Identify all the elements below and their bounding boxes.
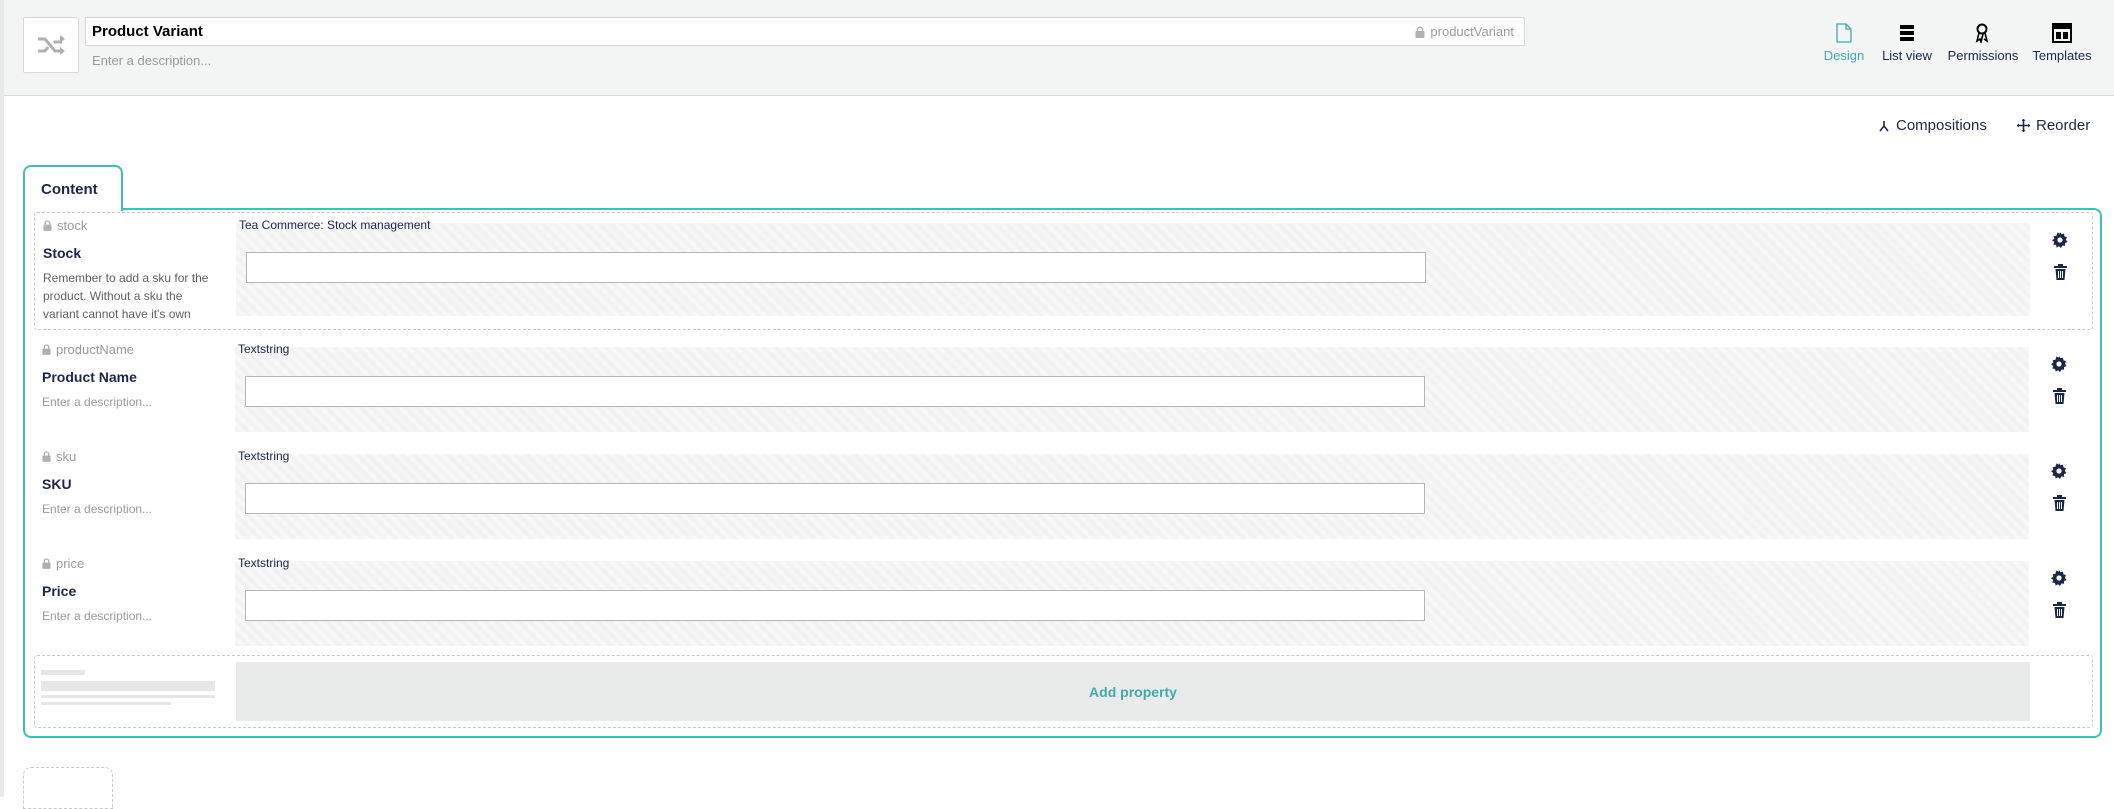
lock-icon [1415,25,1425,38]
property-editor-preview[interactable]: Tea Commerce: Stock management [236,218,2030,316]
nav-templates-label: Templates [2032,48,2092,63]
add-tab-button[interactable] [23,767,113,809]
nav-permissions-label: Permissions [1947,48,2019,63]
move-icon [2017,119,2030,132]
skeleton-line [41,702,171,705]
property-row[interactable]: price Price Enter a description... Texts… [34,551,2091,646]
editor-header: Product Variant productVariant Enter a d… [4,0,2114,96]
property-label: SKU [42,476,72,492]
property-alias-text: productName [56,342,135,357]
trash-icon [2052,602,2066,618]
lock-icon [42,451,51,462]
left-border [0,0,4,797]
permissions-icon [1975,23,1989,43]
add-property-button[interactable]: Add property [236,662,2030,721]
property-row[interactable]: sku SKU Enter a description... Textstrin… [34,444,2091,539]
doctype-name-input[interactable]: Product Variant productVariant [85,17,1525,46]
property-actions [2051,462,2067,512]
add-property-row: Add property [34,655,2093,728]
property-actions [2051,569,2067,619]
doctype-description-input[interactable]: Enter a description... [92,53,211,68]
template-icon [2052,23,2072,43]
gear-icon [2051,570,2067,586]
property-label: Price [42,583,77,599]
property-editor-preview[interactable]: Textstring [235,449,2029,539]
property-preview-input [245,483,1425,514]
property-alias: price [42,556,84,571]
property-label: Stock [43,245,82,261]
property-row[interactable]: stock Stock Remember to add a sku for th… [34,212,2093,330]
nav-design[interactable]: Design [1816,22,1872,63]
trash-icon [2053,264,2067,280]
property-preview-input [245,376,1425,407]
reorder-button[interactable]: Reorder [2017,117,2090,134]
skeleton-line [41,695,215,698]
property-delete-button[interactable] [2051,601,2067,619]
gear-icon [2051,356,2067,372]
property-editor-type: Textstring [238,342,290,356]
property-description: Remember to add a sku for the product. W… [43,271,209,321]
property-actions [2052,231,2068,281]
property-delete-button[interactable] [2051,387,2067,405]
property-alias: productName [42,342,134,357]
tab-content-label: Content [41,181,98,198]
property-label: Product Name [42,369,137,385]
trash-icon [2052,495,2066,511]
nav-design-label: Design [1823,48,1865,63]
property-alias: stock [43,218,87,233]
compositions-label: Compositions [1896,117,1987,134]
property-editor-preview[interactable]: Textstring [235,556,2029,646]
property-description: Enter a description... [42,395,153,409]
gear-icon [2051,463,2067,479]
property-alias-text: stock [57,218,88,233]
property-delete-button[interactable] [2051,494,2067,512]
lock-icon [43,220,52,231]
nav-permissions[interactable]: Permissions [1942,22,2024,63]
gear-icon [2052,232,2068,248]
property-editor-preview[interactable]: Textstring [235,342,2029,432]
trash-icon [2052,388,2066,404]
property-settings-button[interactable] [2051,569,2067,587]
property-description: Enter a description... [42,502,153,516]
property-actions [2051,355,2067,405]
property-editor-type: Tea Commerce: Stock management [239,218,431,232]
doctype-icon-picker[interactable] [23,17,79,73]
property-preview-input [245,590,1425,621]
property-alias-text: sku [56,449,77,464]
property-alias: sku [42,449,76,464]
document-icon [1836,23,1852,43]
tab-content[interactable]: Content [23,165,123,211]
compositions-button[interactable]: Compositions [1878,117,1987,134]
doctype-name: Product Variant [92,23,203,40]
nav-list-view[interactable]: List view [1872,22,1942,63]
property-settings-button[interactable] [2052,231,2068,249]
compositions-icon [1879,120,1889,131]
lock-icon [42,558,51,569]
property-settings-button[interactable] [2051,462,2067,480]
nav-list-view-label: List view [1882,48,1932,63]
property-description: Enter a description... [42,609,153,623]
app-navigation: Design List view Permissions Templates [1816,22,2100,63]
skeleton-line [41,670,85,675]
property-preview-input [246,252,1426,283]
property-editor-type: Textstring [238,449,290,463]
shuffle-icon [38,35,65,55]
reorder-label: Reorder [2036,117,2091,134]
doctype-alias[interactable]: productVariant [1415,24,1514,39]
nav-templates[interactable]: Templates [2024,22,2100,63]
skeleton-line [41,681,215,691]
property-row[interactable]: productName Product Name Enter a descrip… [34,337,2091,432]
property-alias-text: price [56,556,85,571]
property-editor-type: Textstring [238,556,290,570]
property-delete-button[interactable] [2052,263,2068,281]
doctype-alias-text: productVariant [1430,24,1514,39]
lock-icon [42,344,51,355]
list-icon [1900,25,1914,41]
property-settings-button[interactable] [2051,355,2067,373]
